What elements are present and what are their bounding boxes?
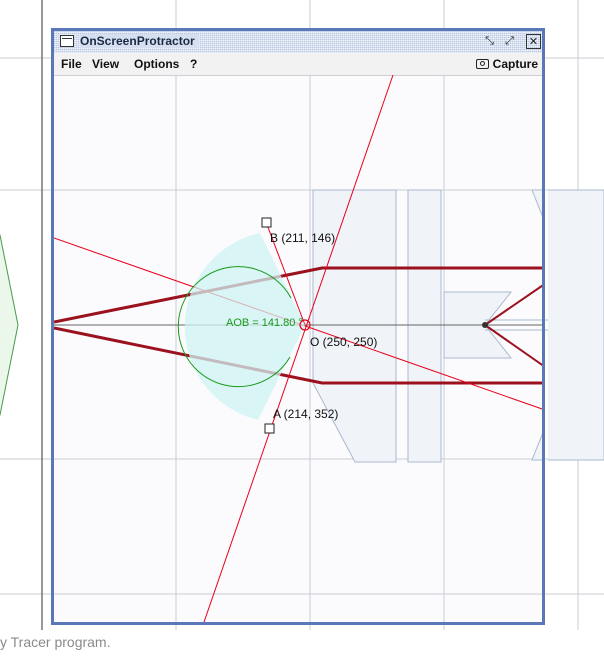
angle-label: AOB = 141.80 °: [226, 317, 303, 329]
protractor-window: OnScreenProtractor ⤡ ⤢ ✕ File View Optio…: [51, 28, 545, 625]
handle-b[interactable]: [261, 217, 272, 228]
label-point-o: O (250, 250): [310, 335, 377, 349]
left-lens: [0, 234, 19, 416]
lens-element-2: [407, 189, 442, 463]
focal-point: [482, 322, 488, 328]
label-point-a: A (214, 352): [273, 407, 338, 421]
drawing-area: B (211, 146) O (250, 250) A (214, 352) A…: [54, 74, 542, 622]
page-caption: y Tracer program.: [0, 634, 111, 650]
handle-a[interactable]: [264, 423, 275, 434]
label-point-b: B (211, 146): [270, 231, 335, 245]
